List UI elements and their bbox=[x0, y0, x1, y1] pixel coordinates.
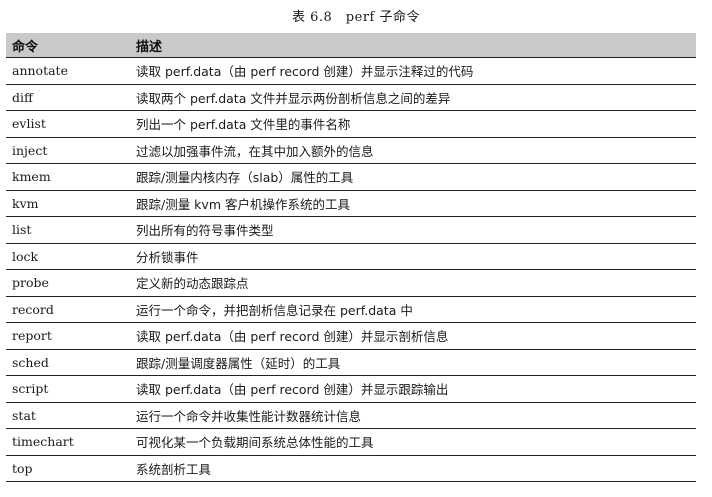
description-cell: 跟踪/测量调度器属性（延时）的工具 bbox=[130, 349, 696, 376]
command-cell: lock bbox=[6, 243, 130, 270]
table-row: stat 运行一个命令并收集性能计数器统计信息 bbox=[6, 402, 696, 429]
table-row: annotate 读取 perf.data（由 perf record 创建）并… bbox=[6, 57, 696, 85]
command-cell: timechart bbox=[6, 428, 130, 456]
table-row: probe 定义新的动态跟踪点 bbox=[6, 269, 696, 297]
table-row: record 运行一个命令，并把剖析信息记录在 perf.data 中 bbox=[6, 296, 696, 323]
description-cell: 运行一个命令并收集性能计数器统计信息 bbox=[130, 402, 696, 429]
table-body: annotate 读取 perf.data（由 perf record 创建）并… bbox=[6, 57, 696, 482]
command-cell: report bbox=[6, 322, 130, 350]
document-page: 表 6.8 perf 子命令 命令 描述 annotate 读取 perf.da… bbox=[0, 0, 712, 497]
perf-subcommands-table-wrapper: 命令 描述 annotate 读取 perf.data（由 perf recor… bbox=[6, 33, 696, 482]
table-row: diff 读取两个 perf.data 文件并显示两份剖析信息之间的差异 bbox=[6, 84, 696, 111]
table-row: timechart 可视化某一个负载期间系统总体性能的工具 bbox=[6, 428, 696, 456]
table-row: inject 过滤以加强事件流，在其中加入额外的信息 bbox=[6, 137, 696, 164]
table-row: script 读取 perf.data（由 perf record 创建）并显示… bbox=[6, 375, 696, 403]
table-header-row: 命令 描述 bbox=[6, 33, 696, 58]
command-cell: top bbox=[6, 455, 130, 482]
table-row: kvm 跟踪/测量 kvm 客户机操作系统的工具 bbox=[6, 190, 696, 217]
description-cell: 跟踪/测量内核内存（slab）属性的工具 bbox=[130, 163, 696, 191]
command-cell: kvm bbox=[6, 190, 130, 217]
command-cell: kmem bbox=[6, 163, 130, 191]
table-row: lock 分析锁事件 bbox=[6, 243, 696, 270]
header-command: 命令 bbox=[6, 33, 130, 58]
header-description: 描述 bbox=[130, 33, 696, 58]
description-cell: 可视化某一个负载期间系统总体性能的工具 bbox=[130, 428, 696, 456]
table-header: 命令 描述 bbox=[6, 33, 696, 58]
command-cell: stat bbox=[6, 402, 130, 429]
description-cell: 列出所有的符号事件类型 bbox=[130, 216, 696, 244]
command-cell: record bbox=[6, 296, 130, 323]
table-row: evlist 列出一个 perf.data 文件里的事件名称 bbox=[6, 110, 696, 138]
description-cell: 定义新的动态跟踪点 bbox=[130, 269, 696, 297]
description-cell: 系统剖析工具 bbox=[130, 455, 696, 482]
command-cell: inject bbox=[6, 137, 130, 164]
command-cell: list bbox=[6, 216, 130, 244]
description-cell: 读取 perf.data（由 perf record 创建）并显示跟踪输出 bbox=[130, 375, 696, 403]
description-cell: 过滤以加强事件流，在其中加入额外的信息 bbox=[130, 137, 696, 164]
table-caption: 表 6.8 perf 子命令 bbox=[292, 10, 420, 25]
table-row: sched 跟踪/测量调度器属性（延时）的工具 bbox=[6, 349, 696, 376]
table-row: top 系统剖析工具 bbox=[6, 455, 696, 482]
description-cell: 读取 perf.data（由 perf record 创建）并显示剖析信息 bbox=[130, 322, 696, 350]
command-cell: script bbox=[6, 375, 130, 403]
description-cell: 读取 perf.data（由 perf record 创建）并显示注释过的代码 bbox=[130, 57, 696, 85]
perf-subcommands-table: 命令 描述 annotate 读取 perf.data（由 perf recor… bbox=[6, 33, 696, 482]
command-cell: evlist bbox=[6, 110, 130, 138]
description-cell: 读取两个 perf.data 文件并显示两份剖析信息之间的差异 bbox=[130, 84, 696, 111]
description-cell: 运行一个命令，并把剖析信息记录在 perf.data 中 bbox=[130, 296, 696, 323]
table-row: report 读取 perf.data（由 perf record 创建）并显示… bbox=[6, 322, 696, 350]
table-row: list 列出所有的符号事件类型 bbox=[6, 216, 696, 244]
command-cell: sched bbox=[6, 349, 130, 376]
description-cell: 跟踪/测量 kvm 客户机操作系统的工具 bbox=[130, 190, 696, 217]
description-cell: 列出一个 perf.data 文件里的事件名称 bbox=[130, 110, 696, 138]
command-cell: annotate bbox=[6, 57, 130, 85]
command-cell: diff bbox=[6, 84, 130, 111]
table-row: kmem 跟踪/测量内核内存（slab）属性的工具 bbox=[6, 163, 696, 191]
command-cell: probe bbox=[6, 269, 130, 297]
description-cell: 分析锁事件 bbox=[130, 243, 696, 270]
